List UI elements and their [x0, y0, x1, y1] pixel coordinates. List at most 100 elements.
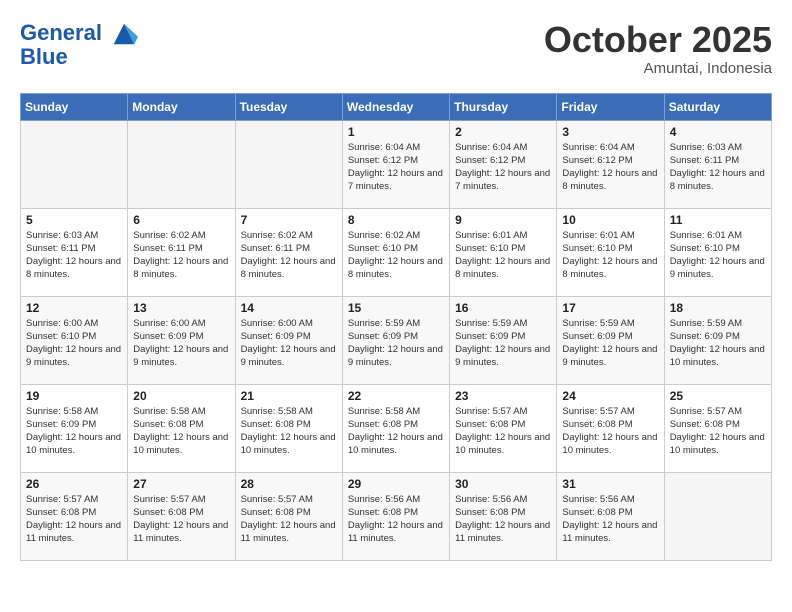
day-number: 26	[26, 477, 122, 491]
calendar-cell: 28 Sunrise: 5:57 AMSunset: 6:08 PMDayligh…	[235, 472, 342, 560]
calendar-cell: 31 Sunrise: 5:56 AMSunset: 6:08 PMDayligh…	[557, 472, 664, 560]
calendar-table: SundayMondayTuesdayWednesdayThursdayFrid…	[20, 93, 772, 561]
calendar-cell	[235, 120, 342, 208]
day-number: 28	[241, 477, 337, 491]
day-info: Sunrise: 5:57 AMSunset: 6:08 PMDaylight:…	[455, 405, 551, 458]
weekday-header-saturday: Saturday	[664, 93, 771, 120]
calendar-week-3: 12 Sunrise: 6:00 AMSunset: 6:10 PMDayligh…	[21, 296, 772, 384]
day-number: 6	[133, 213, 229, 227]
day-number: 7	[241, 213, 337, 227]
month-title: October 2025	[544, 20, 772, 60]
day-number: 16	[455, 301, 551, 315]
weekday-header-row: SundayMondayTuesdayWednesdayThursdayFrid…	[21, 93, 772, 120]
weekday-header-wednesday: Wednesday	[342, 93, 449, 120]
day-info: Sunrise: 5:56 AMSunset: 6:08 PMDaylight:…	[455, 493, 551, 546]
day-info: Sunrise: 5:59 AMSunset: 6:09 PMDaylight:…	[562, 317, 658, 370]
day-number: 29	[348, 477, 444, 491]
calendar-cell: 4Sunrise: 6:03 AMSunset: 6:11 PMDaylight…	[664, 120, 771, 208]
calendar-cell: 18 Sunrise: 5:59 AMSunset: 6:09 PMDayligh…	[664, 296, 771, 384]
logo: General Blue	[20, 20, 138, 70]
day-number: 21	[241, 389, 337, 403]
day-info: Sunrise: 5:57 AMSunset: 6:08 PMDaylight:…	[133, 493, 229, 546]
weekday-header-friday: Friday	[557, 93, 664, 120]
day-info: Sunrise: 5:57 AMSunset: 6:08 PMDaylight:…	[670, 405, 766, 458]
day-info: Sunrise: 5:56 AMSunset: 6:08 PMDaylight:…	[562, 493, 658, 546]
calendar-cell: 29Sunrise: 5:56 AMSunset: 6:08 PMDayligh…	[342, 472, 449, 560]
weekday-header-monday: Monday	[128, 93, 235, 120]
day-info: Sunrise: 6:02 AMSunset: 6:11 PMDaylight:…	[133, 229, 229, 282]
day-info: Sunrise: 6:00 AMSunset: 6:10 PMDaylight:…	[26, 317, 122, 370]
calendar-week-1: 1 Sunrise: 6:04 AMSunset: 6:12 PMDaylight…	[21, 120, 772, 208]
day-info: Sunrise: 6:03 AMSunset: 6:11 PMDaylight:…	[26, 229, 122, 282]
weekday-header-tuesday: Tuesday	[235, 93, 342, 120]
day-number: 19	[26, 389, 122, 403]
day-info: Sunrise: 6:04 AMSunset: 6:12 PMDaylight:…	[455, 141, 551, 194]
day-number: 3	[562, 125, 658, 139]
day-info: Sunrise: 6:02 AMSunset: 6:10 PMDaylight:…	[348, 229, 444, 282]
day-number: 12	[26, 301, 122, 315]
calendar-cell: 7Sunrise: 6:02 AMSunset: 6:11 PMDaylight…	[235, 208, 342, 296]
calendar-cell: 25Sunrise: 5:57 AMSunset: 6:08 PMDayligh…	[664, 384, 771, 472]
day-info: Sunrise: 5:57 AMSunset: 6:08 PMDaylight:…	[241, 493, 337, 546]
day-number: 27	[133, 477, 229, 491]
title-block: October 2025 Amuntai, Indonesia	[544, 20, 772, 77]
day-number: 15	[348, 301, 444, 315]
calendar-cell: 8 Sunrise: 6:02 AMSunset: 6:10 PMDaylight…	[342, 208, 449, 296]
day-number: 8	[348, 213, 444, 227]
calendar-cell: 6 Sunrise: 6:02 AMSunset: 6:11 PMDaylight…	[128, 208, 235, 296]
day-number: 24	[562, 389, 658, 403]
day-number: 11	[670, 213, 766, 227]
calendar-cell: 20 Sunrise: 5:58 AMSunset: 6:08 PMDayligh…	[128, 384, 235, 472]
weekday-header-thursday: Thursday	[450, 93, 557, 120]
calendar-cell	[128, 120, 235, 208]
day-info: Sunrise: 6:01 AMSunset: 6:10 PMDaylight:…	[455, 229, 551, 282]
day-info: Sunrise: 5:57 AMSunset: 6:08 PMDaylight:…	[26, 493, 122, 546]
day-number: 17	[562, 301, 658, 315]
day-number: 5	[26, 213, 122, 227]
day-number: 10	[562, 213, 658, 227]
day-number: 30	[455, 477, 551, 491]
calendar-cell: 16Sunrise: 5:59 AMSunset: 6:09 PMDayligh…	[450, 296, 557, 384]
logo-icon	[110, 20, 138, 48]
day-info: Sunrise: 5:57 AMSunset: 6:08 PMDaylight:…	[562, 405, 658, 458]
calendar-cell: 23Sunrise: 5:57 AMSunset: 6:08 PMDayligh…	[450, 384, 557, 472]
calendar-cell: 13 Sunrise: 6:00 AMSunset: 6:09 PMDayligh…	[128, 296, 235, 384]
day-info: Sunrise: 5:58 AMSunset: 6:08 PMDaylight:…	[348, 405, 444, 458]
day-number: 14	[241, 301, 337, 315]
calendar-cell: 2Sunrise: 6:04 AMSunset: 6:12 PMDaylight…	[450, 120, 557, 208]
day-number: 20	[133, 389, 229, 403]
day-info: Sunrise: 6:01 AMSunset: 6:10 PMDaylight:…	[670, 229, 766, 282]
day-number: 1	[348, 125, 444, 139]
calendar-week-2: 5 Sunrise: 6:03 AMSunset: 6:11 PMDaylight…	[21, 208, 772, 296]
calendar-cell	[664, 472, 771, 560]
calendar-cell: 21 Sunrise: 5:58 AMSunset: 6:08 PMDayligh…	[235, 384, 342, 472]
day-info: Sunrise: 5:58 AMSunset: 6:09 PMDaylight:…	[26, 405, 122, 458]
day-number: 18	[670, 301, 766, 315]
calendar-cell: 3Sunrise: 6:04 AMSunset: 6:12 PMDaylight…	[557, 120, 664, 208]
calendar-cell: 22 Sunrise: 5:58 AMSunset: 6:08 PMDayligh…	[342, 384, 449, 472]
calendar-week-4: 19 Sunrise: 5:58 AMSunset: 6:09 PMDayligh…	[21, 384, 772, 472]
day-info: Sunrise: 6:00 AMSunset: 6:09 PMDaylight:…	[133, 317, 229, 370]
day-number: 22	[348, 389, 444, 403]
calendar-cell: 27 Sunrise: 5:57 AMSunset: 6:08 PMDayligh…	[128, 472, 235, 560]
day-number: 9	[455, 213, 551, 227]
day-info: Sunrise: 5:58 AMSunset: 6:08 PMDaylight:…	[241, 405, 337, 458]
calendar-cell: 15Sunrise: 5:59 AMSunset: 6:09 PMDayligh…	[342, 296, 449, 384]
day-info: Sunrise: 6:01 AMSunset: 6:10 PMDaylight:…	[562, 229, 658, 282]
day-number: 13	[133, 301, 229, 315]
day-info: Sunrise: 6:00 AMSunset: 6:09 PMDaylight:…	[241, 317, 337, 370]
day-info: Sunrise: 5:59 AMSunset: 6:09 PMDaylight:…	[670, 317, 766, 370]
calendar-cell: 19 Sunrise: 5:58 AMSunset: 6:09 PMDayligh…	[21, 384, 128, 472]
day-info: Sunrise: 6:04 AMSunset: 6:12 PMDaylight:…	[348, 141, 444, 194]
calendar-cell: 30 Sunrise: 5:56 AMSunset: 6:08 PMDayligh…	[450, 472, 557, 560]
calendar-cell: 14 Sunrise: 6:00 AMSunset: 6:09 PMDayligh…	[235, 296, 342, 384]
calendar-cell: 5 Sunrise: 6:03 AMSunset: 6:11 PMDaylight…	[21, 208, 128, 296]
day-number: 31	[562, 477, 658, 491]
location-subtitle: Amuntai, Indonesia	[544, 60, 772, 77]
calendar-cell: 17 Sunrise: 5:59 AMSunset: 6:09 PMDayligh…	[557, 296, 664, 384]
calendar-cell: 24 Sunrise: 5:57 AMSunset: 6:08 PMDayligh…	[557, 384, 664, 472]
calendar-cell: 12 Sunrise: 6:00 AMSunset: 6:10 PMDayligh…	[21, 296, 128, 384]
page-header: General Blue October 2025 Amuntai, Indon…	[20, 20, 772, 77]
calendar-cell: 26 Sunrise: 5:57 AMSunset: 6:08 PMDayligh…	[21, 472, 128, 560]
day-info: Sunrise: 5:58 AMSunset: 6:08 PMDaylight:…	[133, 405, 229, 458]
